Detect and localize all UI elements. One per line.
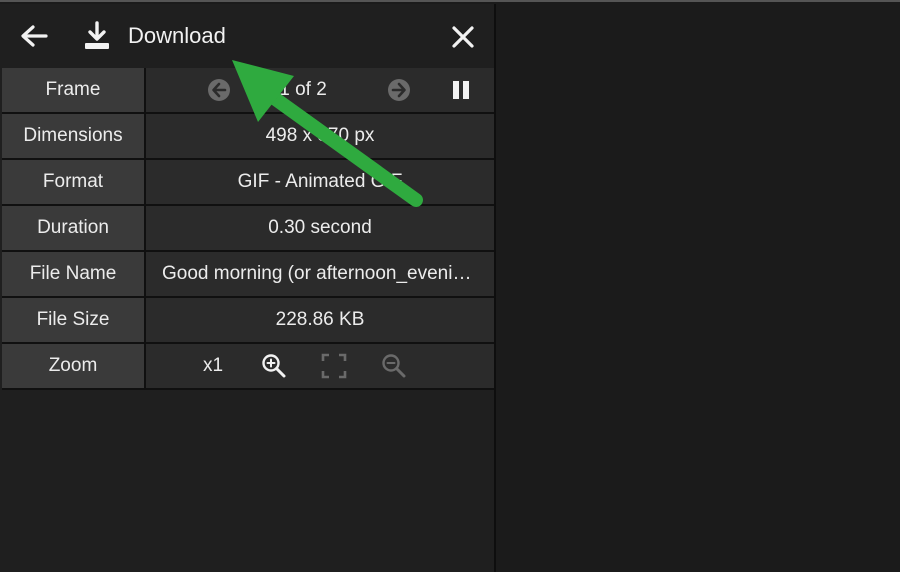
fit-screen-button[interactable] bbox=[317, 349, 351, 383]
next-frame-button[interactable] bbox=[385, 76, 413, 104]
pause-icon bbox=[453, 81, 469, 99]
format-value: GIF - Animated GIF bbox=[146, 160, 494, 206]
viewer-window: Download Frame 1 of 2 Dimensions 498 x 3… bbox=[0, 0, 900, 572]
download-icon bbox=[80, 19, 114, 53]
arrow-left-icon bbox=[21, 25, 48, 47]
previous-frame-button[interactable] bbox=[205, 76, 233, 104]
zoom-in-icon bbox=[262, 354, 286, 378]
info-label: Frame bbox=[2, 68, 146, 114]
info-label: File Name bbox=[2, 252, 146, 298]
info-label: Format bbox=[2, 160, 146, 206]
zoom-in-button[interactable] bbox=[257, 349, 291, 383]
info-label: Duration bbox=[2, 206, 146, 252]
info-row-file-size: File Size 228.86 KB bbox=[2, 298, 494, 344]
file-size-value: 228.86 KB bbox=[146, 298, 494, 344]
info-row-dimensions: Dimensions 498 x 370 px bbox=[2, 114, 494, 160]
image-info-table: Frame 1 of 2 Dimensions 498 x 370 px For… bbox=[2, 68, 494, 390]
image-info-panel: Download Frame 1 of 2 Dimensions 498 x 3… bbox=[0, 4, 496, 572]
zoom-controls: x1 bbox=[146, 344, 494, 390]
close-button[interactable] bbox=[444, 18, 482, 56]
info-label: Dimensions bbox=[2, 114, 146, 160]
image-viewport bbox=[496, 4, 900, 572]
close-icon bbox=[452, 26, 474, 48]
fit-screen-icon bbox=[321, 353, 347, 379]
panel-toolbar: Download bbox=[0, 4, 494, 66]
file-name-value: Good morning (or afternoon_evening) ... bbox=[162, 263, 478, 284]
info-row-frame: Frame 1 of 2 bbox=[2, 68, 494, 114]
info-row-file-name: File Name Good morning (or afternoon_eve… bbox=[2, 252, 494, 298]
frame-controls: 1 of 2 bbox=[146, 68, 494, 114]
info-label: Zoom bbox=[2, 344, 146, 390]
dimensions-value: 498 x 370 px bbox=[146, 114, 494, 160]
info-row-duration: Duration 0.30 second bbox=[2, 206, 494, 252]
info-label: File Size bbox=[2, 298, 146, 344]
info-row-format: Format GIF - Animated GIF bbox=[2, 160, 494, 206]
zoom-level: x1 bbox=[202, 355, 224, 376]
download-button[interactable]: Download bbox=[80, 16, 226, 56]
info-row-zoom: Zoom x1 bbox=[2, 344, 494, 390]
pause-button[interactable] bbox=[447, 76, 475, 104]
duration-value: 0.30 second bbox=[146, 206, 494, 252]
zoom-out-icon bbox=[382, 354, 406, 378]
download-label: Download bbox=[128, 23, 226, 48]
zoom-out-button[interactable] bbox=[377, 349, 411, 383]
circle-arrow-left-icon bbox=[208, 79, 230, 101]
back-button[interactable] bbox=[14, 18, 54, 54]
frame-counter: 1 of 2 bbox=[279, 79, 327, 100]
circle-arrow-right-icon bbox=[388, 79, 410, 101]
